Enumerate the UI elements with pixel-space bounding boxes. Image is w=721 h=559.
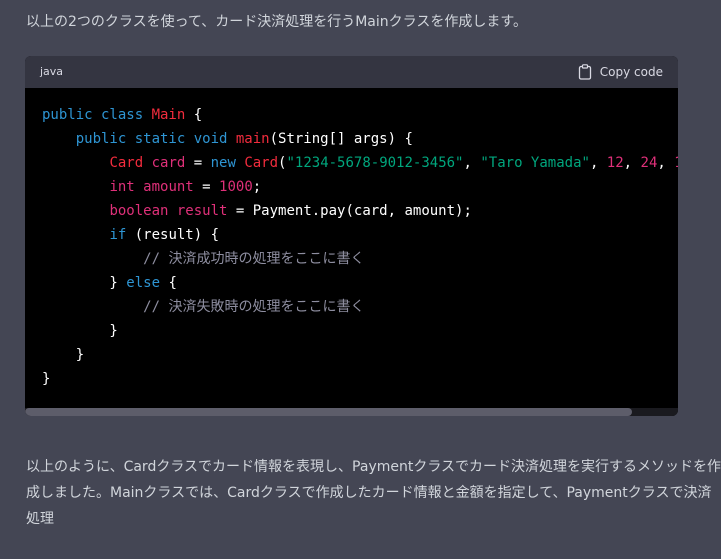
code-token: ; <box>252 179 262 195</box>
code-token: } <box>42 371 51 387</box>
code-token: if <box>109 227 127 243</box>
code-token: } <box>42 275 127 291</box>
code-token: { <box>160 275 177 291</box>
summary-line: 成しました。Mainクラスでは、Cardクラスで作成したカード情報と金額を指定し… <box>26 485 712 501</box>
code-token: = <box>193 179 220 195</box>
code-token: Main <box>151 107 186 123</box>
code-token: // 決済成功時の処理をここに書く <box>143 251 365 267</box>
horizontal-scrollbar[interactable] <box>25 408 678 416</box>
code-token: { <box>185 107 203 123</box>
code-line: boolean result = Payment.pay(card, amoun… <box>42 199 678 223</box>
code-language-label: java <box>40 65 64 78</box>
code-token: int <box>109 179 135 195</box>
code-token: else <box>126 275 161 291</box>
code-token: 24 <box>640 155 658 171</box>
code-token: boolean <box>109 203 169 219</box>
code-token: , <box>623 155 641 171</box>
code-line: } <box>42 319 678 343</box>
code-token: , <box>463 155 481 171</box>
copy-code-label: Copy code <box>599 65 663 79</box>
code-token: Card <box>244 155 279 171</box>
scrollbar-thumb[interactable] <box>25 408 632 416</box>
code-token: = <box>185 155 211 171</box>
code-token: 1000 <box>219 179 253 195</box>
summary-line: 以上のように、Cardクラスでカード情報を表現し、Paymentクラスでカード決… <box>26 459 721 475</box>
summary-paragraph: 以上のように、Cardクラスでカード情報を表現し、Paymentクラスでカード決… <box>26 454 721 532</box>
code-line: int amount = 1000; <box>42 175 678 199</box>
code-token: card <box>143 155 186 171</box>
code-line: public static void main(String[] args) { <box>42 127 678 151</box>
code-line: } else { <box>42 271 678 295</box>
code-token: , <box>657 155 675 171</box>
code-line: public class Main { <box>42 103 678 127</box>
code-token: "Taro Yamada" <box>480 155 590 171</box>
code-token: 12 <box>606 155 624 171</box>
code-line: } <box>42 343 678 367</box>
code-token: result <box>168 203 228 219</box>
code-token: "1234-5678-9012-3456" <box>286 155 464 171</box>
code-token: } <box>42 347 85 363</box>
intro-paragraph: 以上の2つのクラスを使って、カード決済処理を行うMainクラスを作成します。 <box>26 14 527 30</box>
code-token: Card <box>109 155 144 171</box>
code-token: // 決済失敗時の処理をここに書く <box>143 299 365 315</box>
code-header: java Copy code <box>25 56 678 88</box>
code-line: Card card = new Card("1234-5678-9012-345… <box>42 151 678 175</box>
code-block: java Copy code public class Main { publi… <box>25 56 678 416</box>
code-token: = Payment.pay(card, amount); <box>227 203 472 219</box>
code-token: public static void <box>42 131 236 147</box>
code-token: , <box>589 155 607 171</box>
code-token: new <box>210 155 245 171</box>
code-line: } <box>42 367 678 391</box>
summary-line: 処理 <box>26 511 54 527</box>
java-code: public class Main { public static void m… <box>42 103 678 391</box>
code-token: (result) { <box>126 227 220 243</box>
code-body[interactable]: public class Main { public static void m… <box>25 88 678 408</box>
code-token: main <box>235 131 270 147</box>
code-line: // 決済成功時の処理をここに書く <box>42 247 678 271</box>
code-token: } <box>42 323 118 339</box>
code-token: amount <box>134 179 194 195</box>
clipboard-icon <box>578 64 591 80</box>
code-line: // 決済失敗時の処理をここに書く <box>42 295 678 319</box>
copy-code-button[interactable]: Copy code <box>578 62 663 82</box>
code-line: if (result) { <box>42 223 678 247</box>
code-token: (String[] args) { <box>269 131 413 147</box>
code-token: 1 <box>674 155 678 171</box>
code-token: public class <box>42 107 152 123</box>
